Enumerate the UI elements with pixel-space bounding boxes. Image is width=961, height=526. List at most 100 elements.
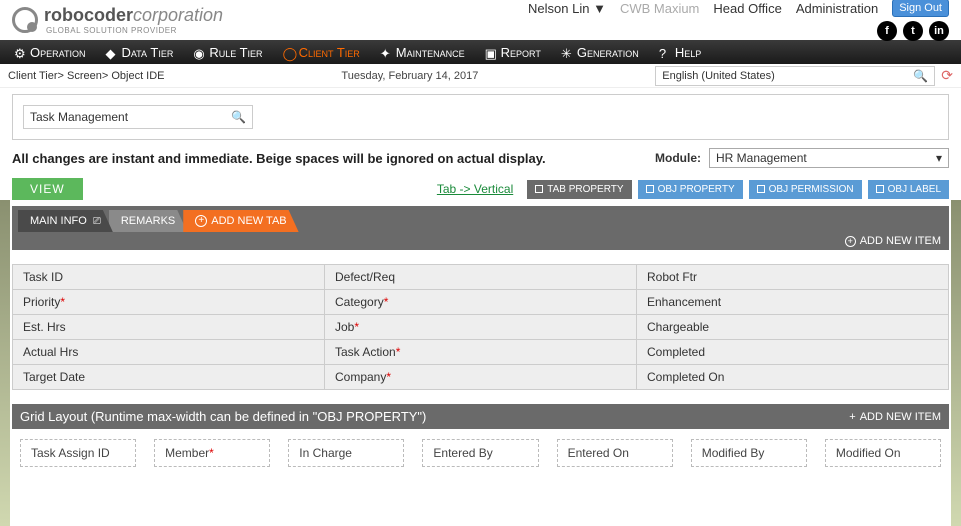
field-cell[interactable]: Category*	[325, 290, 637, 314]
grid-column[interactable]: Task Assign ID	[20, 439, 136, 467]
square-icon	[535, 185, 543, 193]
object-search-input[interactable]: Task Management 🔍	[23, 105, 253, 129]
signout-button[interactable]: Sign Out	[892, 0, 949, 17]
nav-operation[interactable]: ⚙Operation	[6, 45, 93, 60]
nav-help[interactable]: ?Help	[651, 45, 709, 60]
field-cell[interactable]: Task Action*	[325, 340, 637, 364]
fields-row: Priority*Category*Enhancement	[13, 290, 948, 315]
link-head-office[interactable]: Head Office	[713, 1, 781, 16]
field-cell[interactable]: Target Date	[13, 365, 325, 389]
linkedin-icon[interactable]: in	[929, 21, 949, 41]
search-icon[interactable]: 🔍	[913, 69, 928, 83]
breadcrumb-row: Client Tier> Screen> Object IDE Tuesday,…	[0, 64, 961, 88]
field-cell[interactable]: Est. Hrs	[13, 315, 325, 339]
field-cell[interactable]: Task ID	[13, 265, 325, 289]
field-cell[interactable]: Job*	[325, 315, 637, 339]
add-tab-button[interactable]: +ADD NEW TAB	[183, 210, 298, 232]
grid-layout-header: Grid Layout (Runtime max-width can be de…	[12, 404, 949, 429]
field-cell[interactable]: Company*	[325, 365, 637, 389]
tab-main-info[interactable]: MAIN INFO⎚	[18, 210, 113, 232]
brand-name: robocodercorporation	[44, 5, 223, 25]
search-panel: Task Management 🔍	[12, 94, 949, 140]
plus-icon: +	[195, 215, 207, 227]
field-cell[interactable]: Defect/Req	[325, 265, 637, 289]
plus-icon: +	[845, 236, 856, 247]
grid-column[interactable]: In Charge	[288, 439, 404, 467]
brand-logo-icon	[12, 7, 38, 33]
field-cell[interactable]: Robot Ftr	[637, 265, 948, 289]
view-button[interactable]: VIEW	[12, 178, 83, 200]
wrench-icon: ✦	[380, 46, 392, 58]
field-cell[interactable]: Completed On	[637, 365, 948, 389]
main-nav: ⚙Operation ◆Data Tier ◉Rule Tier ◯Client…	[0, 40, 961, 64]
rule-icon: ◉	[193, 46, 205, 58]
facebook-icon[interactable]: f	[877, 21, 897, 41]
link-administration[interactable]: Administration	[796, 1, 878, 16]
module-select[interactable]: HR Management ▾	[709, 148, 949, 168]
info-message: All changes are instant and immediate. B…	[12, 151, 546, 166]
add-item-button[interactable]: +ADD NEW ITEM	[12, 232, 949, 250]
fields-row: Actual HrsTask Action*Completed	[13, 340, 948, 365]
module-label: Module:	[655, 151, 701, 165]
required-marker: *	[354, 320, 359, 334]
grid-columns: Task Assign ID Member* In Charge Entered By…	[12, 429, 949, 477]
brand: robocodercorporation GLOBAL SOLUTION PRO…	[12, 5, 223, 35]
field-cell[interactable]: Completed	[637, 340, 948, 364]
grid-column[interactable]: Entered On	[557, 439, 673, 467]
fields-row: Task IDDefect/ReqRobot Ftr	[13, 265, 948, 290]
fields-row: Est. HrsJob*Chargeable	[13, 315, 948, 340]
square-icon	[876, 185, 884, 193]
twitter-icon[interactable]: t	[903, 21, 923, 41]
language-select[interactable]: English (United States) 🔍	[655, 66, 935, 86]
search-value: Task Management	[30, 110, 128, 124]
user-menu[interactable]: Nelson Lin ▼	[528, 1, 606, 16]
language-value: English (United States)	[662, 70, 775, 82]
link-cwb[interactable]: CWB Maxium	[620, 1, 699, 16]
grid-column[interactable]: Modified On	[825, 439, 941, 467]
field-cell[interactable]: Chargeable	[637, 315, 948, 339]
help-icon: ?	[659, 46, 671, 58]
obj-property-button[interactable]: OBJ PROPERTY	[638, 180, 743, 199]
grid-column[interactable]: Modified By	[691, 439, 807, 467]
current-date: Tuesday, February 14, 2017	[165, 70, 656, 82]
breadcrumb: Client Tier> Screen> Object IDE	[8, 70, 165, 82]
report-icon: ▣	[485, 46, 497, 58]
chevron-down-icon: ▾	[936, 151, 942, 165]
refresh-icon[interactable]: ⟳	[941, 67, 953, 84]
tab-property-button[interactable]: TAB PROPERTY	[527, 180, 631, 199]
grid-title: Grid Layout (Runtime max-width can be de…	[20, 409, 426, 424]
square-icon	[757, 185, 765, 193]
tab-bar: MAIN INFO⎚ REMARKS +ADD NEW TAB	[12, 206, 949, 232]
search-icon[interactable]: 🔍	[231, 110, 246, 124]
obj-label-button[interactable]: OBJ LABEL	[868, 180, 949, 199]
required-marker: *	[386, 370, 391, 384]
required-marker: *	[60, 295, 65, 309]
grid-column[interactable]: Member*	[154, 439, 270, 467]
module-value: HR Management	[716, 151, 807, 165]
nav-data-tier[interactable]: ◆Data Tier	[97, 45, 181, 60]
tab-vertical-link[interactable]: Tab -> Vertical	[437, 182, 513, 196]
gen-icon: ✳	[561, 46, 573, 58]
nav-maintenance[interactable]: ✦Maintenance	[372, 45, 473, 60]
plus-icon: +	[849, 411, 855, 423]
tab-remarks[interactable]: REMARKS	[109, 210, 187, 232]
field-cell[interactable]: Actual Hrs	[13, 340, 325, 364]
field-cell[interactable]: Enhancement	[637, 290, 948, 314]
obj-permission-button[interactable]: OBJ PERMISSION	[749, 180, 862, 199]
nav-client-tier[interactable]: ◯Client Tier	[275, 45, 368, 60]
data-icon: ◆	[105, 46, 117, 58]
field-cell[interactable]: Priority*	[13, 290, 325, 314]
brand-tagline: GLOBAL SOLUTION PROVIDER	[46, 26, 223, 35]
fields-table: Task IDDefect/ReqRobot FtrPriority*Categ…	[12, 264, 949, 390]
fields-row: Target DateCompany*Completed On	[13, 365, 948, 389]
nav-generation[interactable]: ✳Generation	[553, 45, 647, 60]
nav-rule-tier[interactable]: ◉Rule Tier	[185, 45, 270, 60]
page-header: robocodercorporation GLOBAL SOLUTION PRO…	[0, 0, 961, 40]
client-icon: ◯	[283, 46, 295, 58]
grid-add-item-button[interactable]: +ADD NEW ITEM	[849, 411, 941, 423]
grid-column[interactable]: Entered By	[422, 439, 538, 467]
nav-report[interactable]: ▣Report	[477, 45, 549, 60]
square-icon	[646, 185, 654, 193]
close-icon[interactable]: ⎚	[93, 216, 101, 227]
gear-icon: ⚙	[14, 46, 26, 58]
